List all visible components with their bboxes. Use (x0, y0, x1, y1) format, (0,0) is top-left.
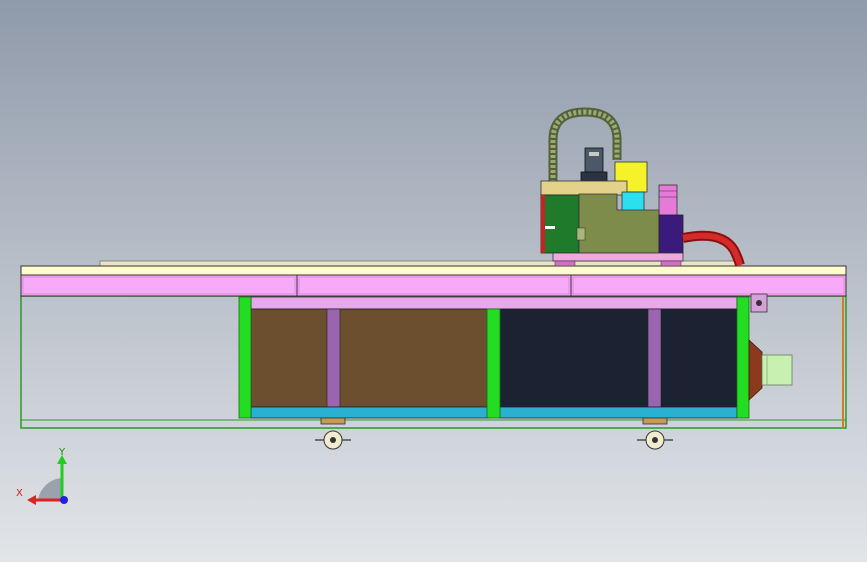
x-axis-label: X (16, 488, 23, 499)
table-top (20, 260, 847, 297)
cutting-head (540, 107, 745, 267)
machine-side-view: Y X (16, 107, 847, 505)
caster-wheel-icon (637, 417, 673, 450)
cad-viewport[interactable]: Y X (0, 0, 867, 562)
exhaust-outlet (748, 339, 793, 401)
y-axis-label: Y (58, 447, 66, 458)
cabinet (238, 293, 768, 419)
caster-wheel-icon (315, 417, 351, 450)
coordinate-triad-icon: Y X (16, 447, 68, 505)
